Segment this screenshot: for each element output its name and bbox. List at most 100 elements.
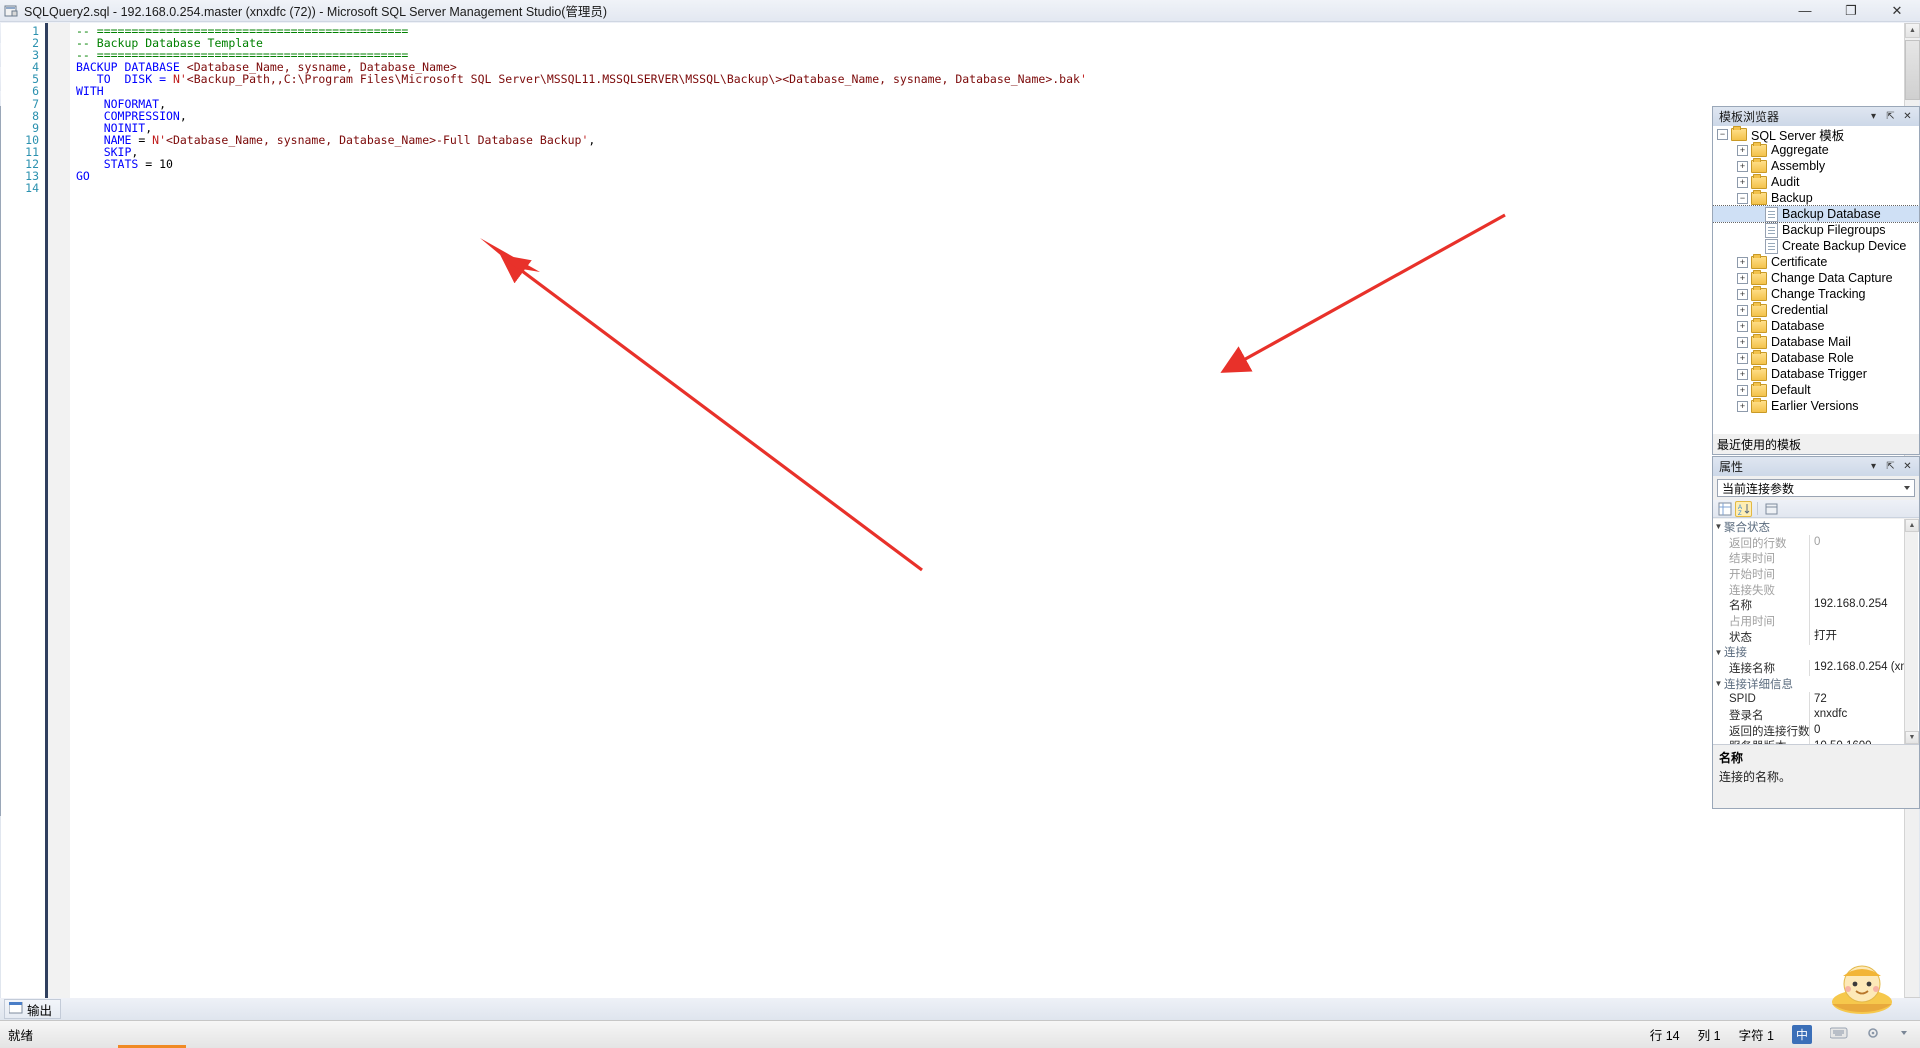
template-node[interactable]: Backup Filegroups: [1713, 222, 1919, 238]
property-pages-icon[interactable]: [1763, 501, 1780, 517]
code-line[interactable]: SKIP,: [76, 146, 1905, 158]
scroll-up-icon[interactable]: ▲: [1905, 519, 1919, 532]
properties-category[interactable]: ▼ 连接: [1713, 645, 1919, 661]
properties-value[interactable]: 192.168.0.254 (xnxc: [1809, 660, 1919, 676]
properties-scrollbar[interactable]: ▲ ▼: [1904, 519, 1919, 744]
properties-value[interactable]: 0: [1809, 722, 1919, 739]
properties-row[interactable]: 结束时间: [1713, 550, 1919, 567]
properties-value[interactable]: [1809, 550, 1919, 567]
properties-row[interactable]: 占用时间: [1713, 613, 1919, 629]
categorized-view-icon[interactable]: [1716, 501, 1733, 517]
template-node[interactable]: Backup Database: [1713, 205, 1919, 223]
expand-icon[interactable]: +: [1737, 368, 1748, 380]
code-line[interactable]: -- =====================================…: [76, 25, 1905, 37]
template-node[interactable]: + Change Tracking: [1713, 285, 1919, 302]
dropdown-icon[interactable]: ▾: [1867, 110, 1880, 123]
template-node[interactable]: + Database Trigger: [1713, 365, 1919, 382]
properties-row[interactable]: 开始时间: [1713, 566, 1919, 582]
expand-icon[interactable]: +: [1737, 256, 1748, 268]
expand-icon[interactable]: +: [1737, 320, 1748, 332]
close-button[interactable]: ✕: [1874, 0, 1920, 22]
properties-value[interactable]: 72: [1809, 691, 1919, 708]
properties-value[interactable]: 0: [1809, 534, 1919, 551]
collapse-icon[interactable]: ▼: [1713, 648, 1724, 657]
expand-icon[interactable]: +: [1737, 304, 1748, 316]
code-line[interactable]: WITH: [76, 85, 1905, 97]
code-line[interactable]: NOFORMAT,: [76, 98, 1905, 110]
expand-icon[interactable]: +: [1737, 272, 1748, 284]
properties-row[interactable]: 返回的行数 0: [1713, 534, 1919, 551]
template-browser-footer[interactable]: 最近使用的模板: [1713, 434, 1919, 454]
expand-icon[interactable]: +: [1737, 144, 1748, 156]
template-node[interactable]: + Database Role: [1713, 349, 1919, 366]
expand-icon[interactable]: +: [1737, 400, 1748, 412]
properties-grid[interactable]: ▼ 聚合状态 返回的行数 0 结束时间 开始时间 连接失败 名称 192.168.0.254 占用…: [1713, 519, 1919, 744]
output-tab[interactable]: 输出: [4, 999, 62, 1019]
alphabetical-view-icon[interactable]: AZ: [1735, 500, 1752, 517]
expand-icon[interactable]: +: [1737, 176, 1748, 188]
template-tree[interactable]: − SQL Server 模板 + Aggregate + Assembly + Audit −…: [1713, 126, 1919, 434]
properties-row[interactable]: 名称 192.168.0.254: [1713, 597, 1919, 614]
close-icon[interactable]: ✕: [1901, 460, 1914, 473]
maximize-button[interactable]: ❐: [1828, 0, 1874, 22]
ime-toolbar-chevron-icon[interactable]: [1898, 1027, 1910, 1042]
code-line[interactable]: GO: [76, 170, 1905, 182]
ime-indicator[interactable]: 中: [1792, 1025, 1812, 1044]
code-line[interactable]: STATS = 10: [76, 158, 1905, 170]
properties-row[interactable]: 状态 打开: [1713, 628, 1919, 645]
properties-object-combo[interactable]: 当前连接参数: [1717, 479, 1915, 497]
template-node[interactable]: + Earlier Versions: [1713, 397, 1919, 414]
collapse-icon[interactable]: −: [1737, 192, 1748, 204]
dropdown-icon[interactable]: ▾: [1867, 460, 1880, 473]
expand-icon[interactable]: +: [1737, 160, 1748, 172]
template-node[interactable]: + Aggregate: [1713, 141, 1919, 158]
close-icon[interactable]: ✕: [1901, 110, 1914, 123]
properties-category[interactable]: ▼ 聚合状态: [1713, 519, 1919, 535]
expand-icon[interactable]: +: [1737, 384, 1748, 396]
properties-value[interactable]: [1809, 566, 1919, 582]
properties-value[interactable]: [1809, 613, 1919, 629]
template-node[interactable]: + Default: [1713, 381, 1919, 398]
code-text[interactable]: -- =====================================…: [70, 23, 1905, 1012]
properties-row[interactable]: 连接名称 192.168.0.254 (xnxc: [1713, 660, 1919, 676]
collapse-icon[interactable]: ▼: [1713, 522, 1724, 531]
code-editor[interactable]: 1 2 3 4 5 6 7 8 9 10 11 12 13 14 -- =================…: [1, 23, 1905, 1012]
template-node[interactable]: + Assembly: [1713, 157, 1919, 174]
expand-icon[interactable]: +: [1737, 288, 1748, 300]
properties-row[interactable]: 登录名 xnxdfc: [1713, 707, 1919, 723]
template-node[interactable]: − Backup: [1713, 189, 1919, 206]
properties-value[interactable]: 192.168.0.254: [1809, 597, 1919, 614]
ime-keyboard-icon[interactable]: [1829, 1026, 1848, 1043]
pin-icon[interactable]: ⇱: [1884, 110, 1897, 123]
scroll-down-icon[interactable]: ▼: [1905, 731, 1919, 744]
template-root-node[interactable]: − SQL Server 模板: [1713, 126, 1919, 143]
properties-row[interactable]: SPID 72: [1713, 691, 1919, 708]
code-line[interactable]: COMPRESSION,: [76, 110, 1905, 122]
properties-value[interactable]: 打开: [1809, 628, 1919, 645]
template-node[interactable]: Create Backup Device: [1713, 238, 1919, 254]
collapse-icon[interactable]: ▼: [1713, 679, 1724, 688]
template-node[interactable]: + Database: [1713, 317, 1919, 334]
template-node[interactable]: + Database Mail: [1713, 333, 1919, 350]
expand-icon[interactable]: +: [1737, 336, 1748, 348]
code-line[interactable]: [76, 182, 1905, 194]
properties-value[interactable]: xnxdfc: [1809, 707, 1919, 723]
properties-key: 返回的行数: [1729, 537, 1787, 550]
scroll-up-icon[interactable]: ▲: [1905, 23, 1920, 38]
template-node[interactable]: + Audit: [1713, 173, 1919, 190]
pin-icon[interactable]: ⇱: [1884, 460, 1897, 473]
scrollbar-thumb[interactable]: [1905, 40, 1920, 100]
template-node[interactable]: + Change Data Capture: [1713, 269, 1919, 286]
properties-row[interactable]: 返回的连接行数 0: [1713, 722, 1919, 739]
properties-value[interactable]: [1809, 581, 1919, 598]
properties-category[interactable]: ▼ 连接详细信息: [1713, 676, 1919, 692]
code-line[interactable]: NAME = N'<Database_Name, sysname, Databa…: [76, 134, 1905, 146]
code-line[interactable]: TO DISK = N'<Backup_Path,,C:\Program Fil…: [76, 73, 1905, 85]
ime-settings-icon[interactable]: [1866, 1026, 1880, 1043]
expand-icon[interactable]: +: [1737, 352, 1748, 364]
minimize-button[interactable]: —: [1782, 0, 1828, 22]
collapse-icon[interactable]: −: [1717, 128, 1728, 140]
template-node[interactable]: + Certificate: [1713, 253, 1919, 270]
properties-row[interactable]: 连接失败: [1713, 581, 1919, 598]
template-node[interactable]: + Credential: [1713, 301, 1919, 318]
